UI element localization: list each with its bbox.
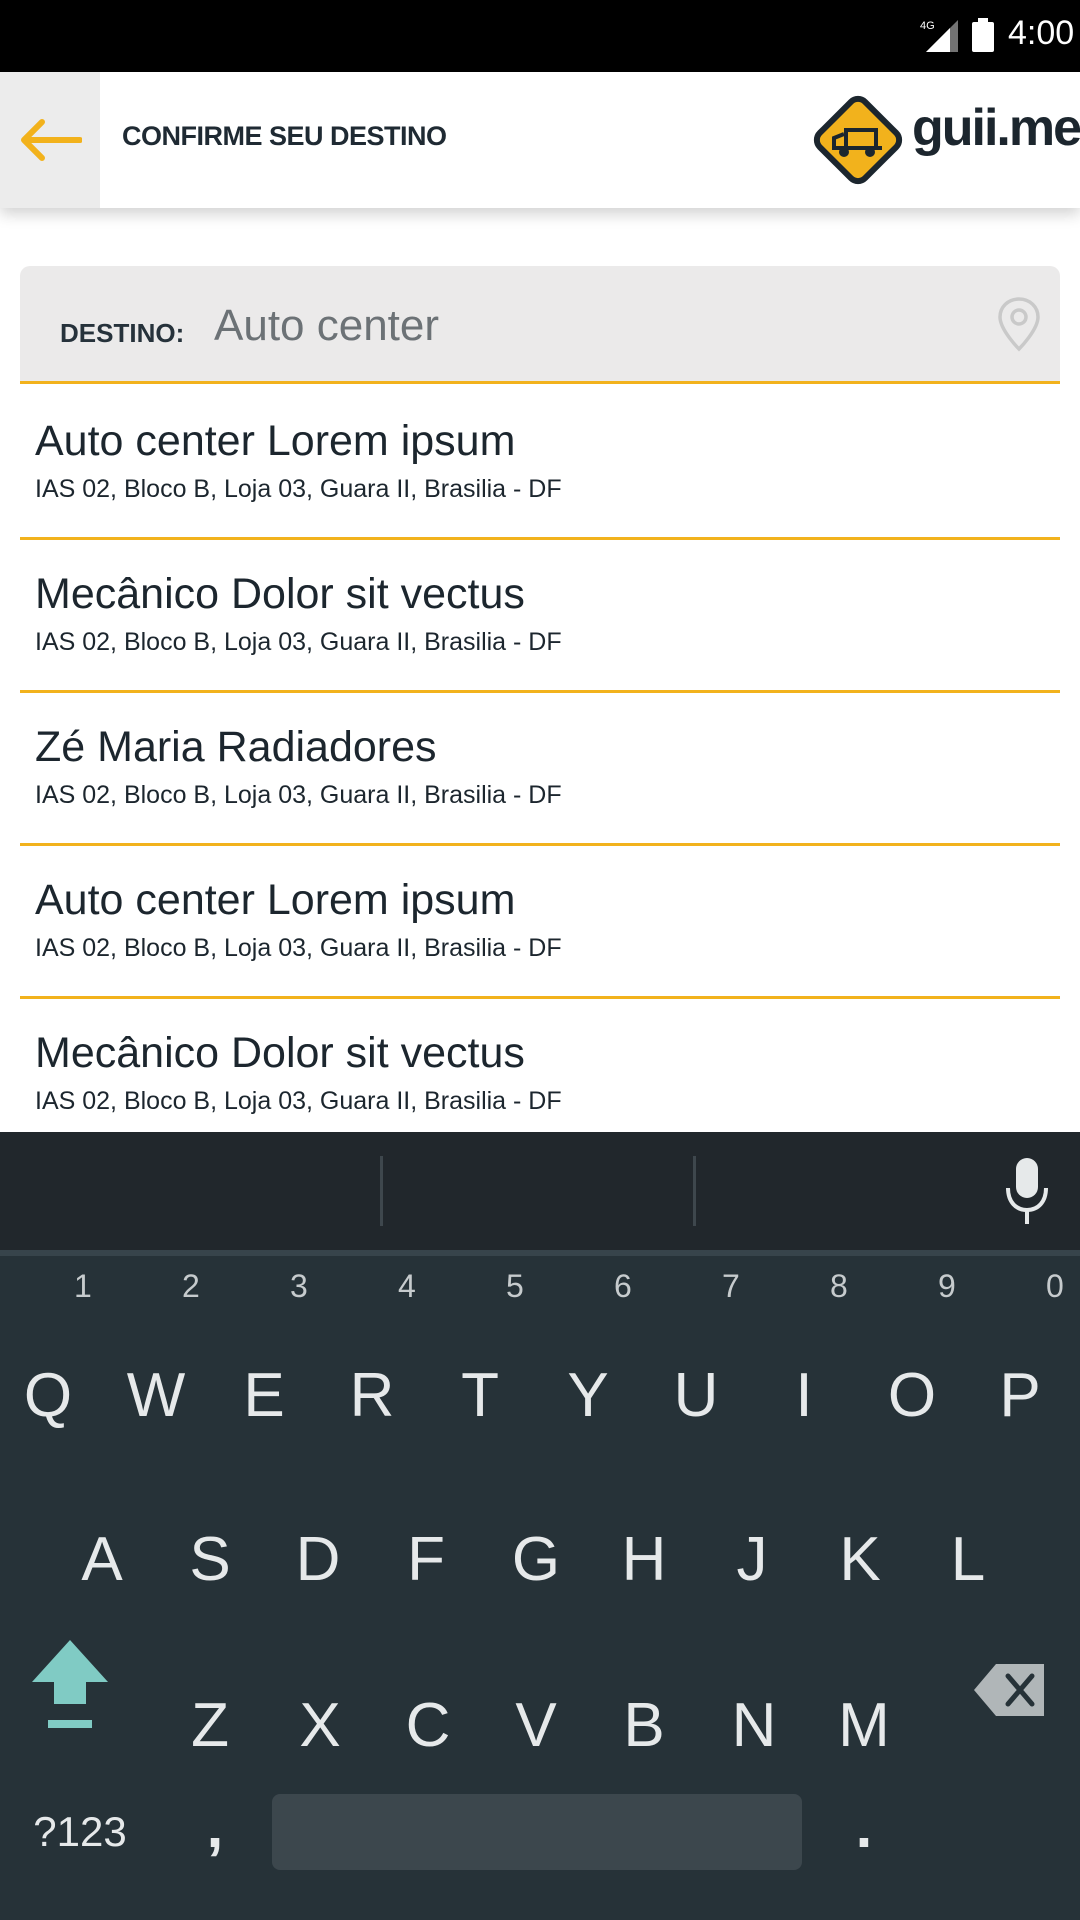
suggestion-strip xyxy=(0,1132,1080,1250)
item-name: Auto center Lorem ipsum xyxy=(35,876,516,924)
comma-key[interactable]: , xyxy=(180,1772,250,1882)
list-item[interactable]: Mecânico Dolor sit vectus IAS 02, Bloco … xyxy=(20,540,1060,693)
list-item[interactable]: Auto center Lorem ipsum IAS 02, Bloco B,… xyxy=(20,387,1060,540)
item-name: Mecânico Dolor sit vectus xyxy=(35,570,525,618)
key-hint: 3 xyxy=(290,1268,308,1304)
tow-truck-logo-icon xyxy=(813,95,903,185)
symbols-key[interactable]: ?123 xyxy=(20,1782,140,1882)
item-name: Auto center Lorem ipsum xyxy=(35,417,516,465)
suggestion-divider xyxy=(693,1156,696,1226)
key-hint: 9 xyxy=(938,1268,956,1304)
key-hint: 7 xyxy=(722,1268,740,1304)
key-t[interactable]: T xyxy=(430,1336,530,1456)
svg-text:4G: 4G xyxy=(920,20,935,32)
key-e[interactable]: E xyxy=(214,1336,314,1456)
results-list: Auto center Lorem ipsum IAS 02, Bloco B,… xyxy=(20,387,1060,1152)
list-item[interactable]: Mecânico Dolor sit vectus IAS 02, Bloco … xyxy=(20,999,1060,1152)
key-i[interactable]: I xyxy=(754,1336,854,1456)
suggestion-divider xyxy=(380,1156,383,1226)
item-name: Zé Maria Radiadores xyxy=(35,723,437,771)
key-r[interactable]: R xyxy=(322,1336,422,1456)
key-m[interactable]: M xyxy=(814,1666,914,1786)
key-g[interactable]: G xyxy=(486,1500,586,1620)
key-z[interactable]: Z xyxy=(160,1666,260,1786)
key-x[interactable]: X xyxy=(270,1666,370,1786)
key-o[interactable]: O xyxy=(862,1336,962,1456)
destination-search: DESTINO: xyxy=(20,266,1060,384)
key-hint: 2 xyxy=(182,1268,200,1304)
key-c[interactable]: C xyxy=(378,1666,478,1786)
status-bar: 4G 4:00 xyxy=(0,0,1080,72)
item-name: Mecânico Dolor sit vectus xyxy=(35,1029,525,1077)
key-y[interactable]: Y xyxy=(538,1336,638,1456)
space-key[interactable] xyxy=(272,1794,802,1870)
key-hint: 0 xyxy=(1046,1268,1064,1304)
key-k[interactable]: K xyxy=(810,1500,910,1620)
list-item[interactable]: Auto center Lorem ipsum IAS 02, Bloco B,… xyxy=(20,846,1060,999)
key-l[interactable]: L xyxy=(918,1500,1018,1620)
signal-icon: 4G xyxy=(920,20,958,52)
item-address: IAS 02, Bloco B, Loja 03, Guara II, Bras… xyxy=(35,628,562,656)
key-p[interactable]: P xyxy=(970,1336,1070,1456)
item-address: IAS 02, Bloco B, Loja 03, Guara II, Bras… xyxy=(35,781,562,809)
keyboard: Q 1W 2E 3R 4T 5Y 6U 7I 8O 9P 0 ASDFGHJKL ZXCVBNM ?… xyxy=(0,1132,1080,1920)
key-v[interactable]: V xyxy=(486,1666,586,1786)
key-s[interactable]: S xyxy=(160,1500,260,1620)
key-b[interactable]: B xyxy=(594,1666,694,1786)
item-address: IAS 02, Bloco B, Loja 03, Guara II, Bras… xyxy=(35,934,562,962)
key-j[interactable]: J xyxy=(702,1500,802,1620)
brand-name: guii.me xyxy=(912,99,1080,157)
page-title: CONFIRME SEU DESTINO xyxy=(122,121,447,151)
keyboard-divider xyxy=(0,1250,1080,1256)
destination-input[interactable] xyxy=(214,296,974,356)
key-hint: 5 xyxy=(506,1268,524,1304)
microphone-icon[interactable] xyxy=(1000,1156,1054,1228)
key-h[interactable]: H xyxy=(594,1500,694,1620)
key-w[interactable]: W xyxy=(106,1336,206,1456)
key-q[interactable]: Q xyxy=(0,1336,98,1456)
item-address: IAS 02, Bloco B, Loja 03, Guara II, Bras… xyxy=(35,1087,562,1115)
map-pin-icon[interactable] xyxy=(996,296,1042,352)
shift-key[interactable] xyxy=(20,1630,120,1750)
item-address: IAS 02, Bloco B, Loja 03, Guara II, Bras… xyxy=(35,475,562,503)
key-hint: 6 xyxy=(614,1268,632,1304)
key-f[interactable]: F xyxy=(376,1500,476,1620)
key-hint: 1 xyxy=(74,1268,92,1304)
key-u[interactable]: U xyxy=(646,1336,746,1456)
app-header: CONFIRME SEU DESTINO guii.me xyxy=(0,72,1080,208)
backspace-icon xyxy=(974,1664,1044,1716)
key-a[interactable]: A xyxy=(52,1500,152,1620)
destination-label: DESTINO: xyxy=(60,318,185,348)
key-d[interactable]: D xyxy=(268,1500,368,1620)
back-button[interactable] xyxy=(0,72,100,208)
shift-arrow-icon xyxy=(32,1640,108,1728)
key-hint: 4 xyxy=(398,1268,416,1304)
period-key[interactable]: . xyxy=(824,1772,904,1882)
backspace-key[interactable] xyxy=(960,1630,1060,1750)
clock: 4:00 xyxy=(1008,14,1075,52)
key-hint: 8 xyxy=(830,1268,848,1304)
battery-icon xyxy=(972,18,994,52)
key-n[interactable]: N xyxy=(704,1666,804,1786)
list-item[interactable]: Zé Maria Radiadores IAS 02, Bloco B, Loj… xyxy=(20,693,1060,846)
arrow-left-icon xyxy=(21,119,82,161)
